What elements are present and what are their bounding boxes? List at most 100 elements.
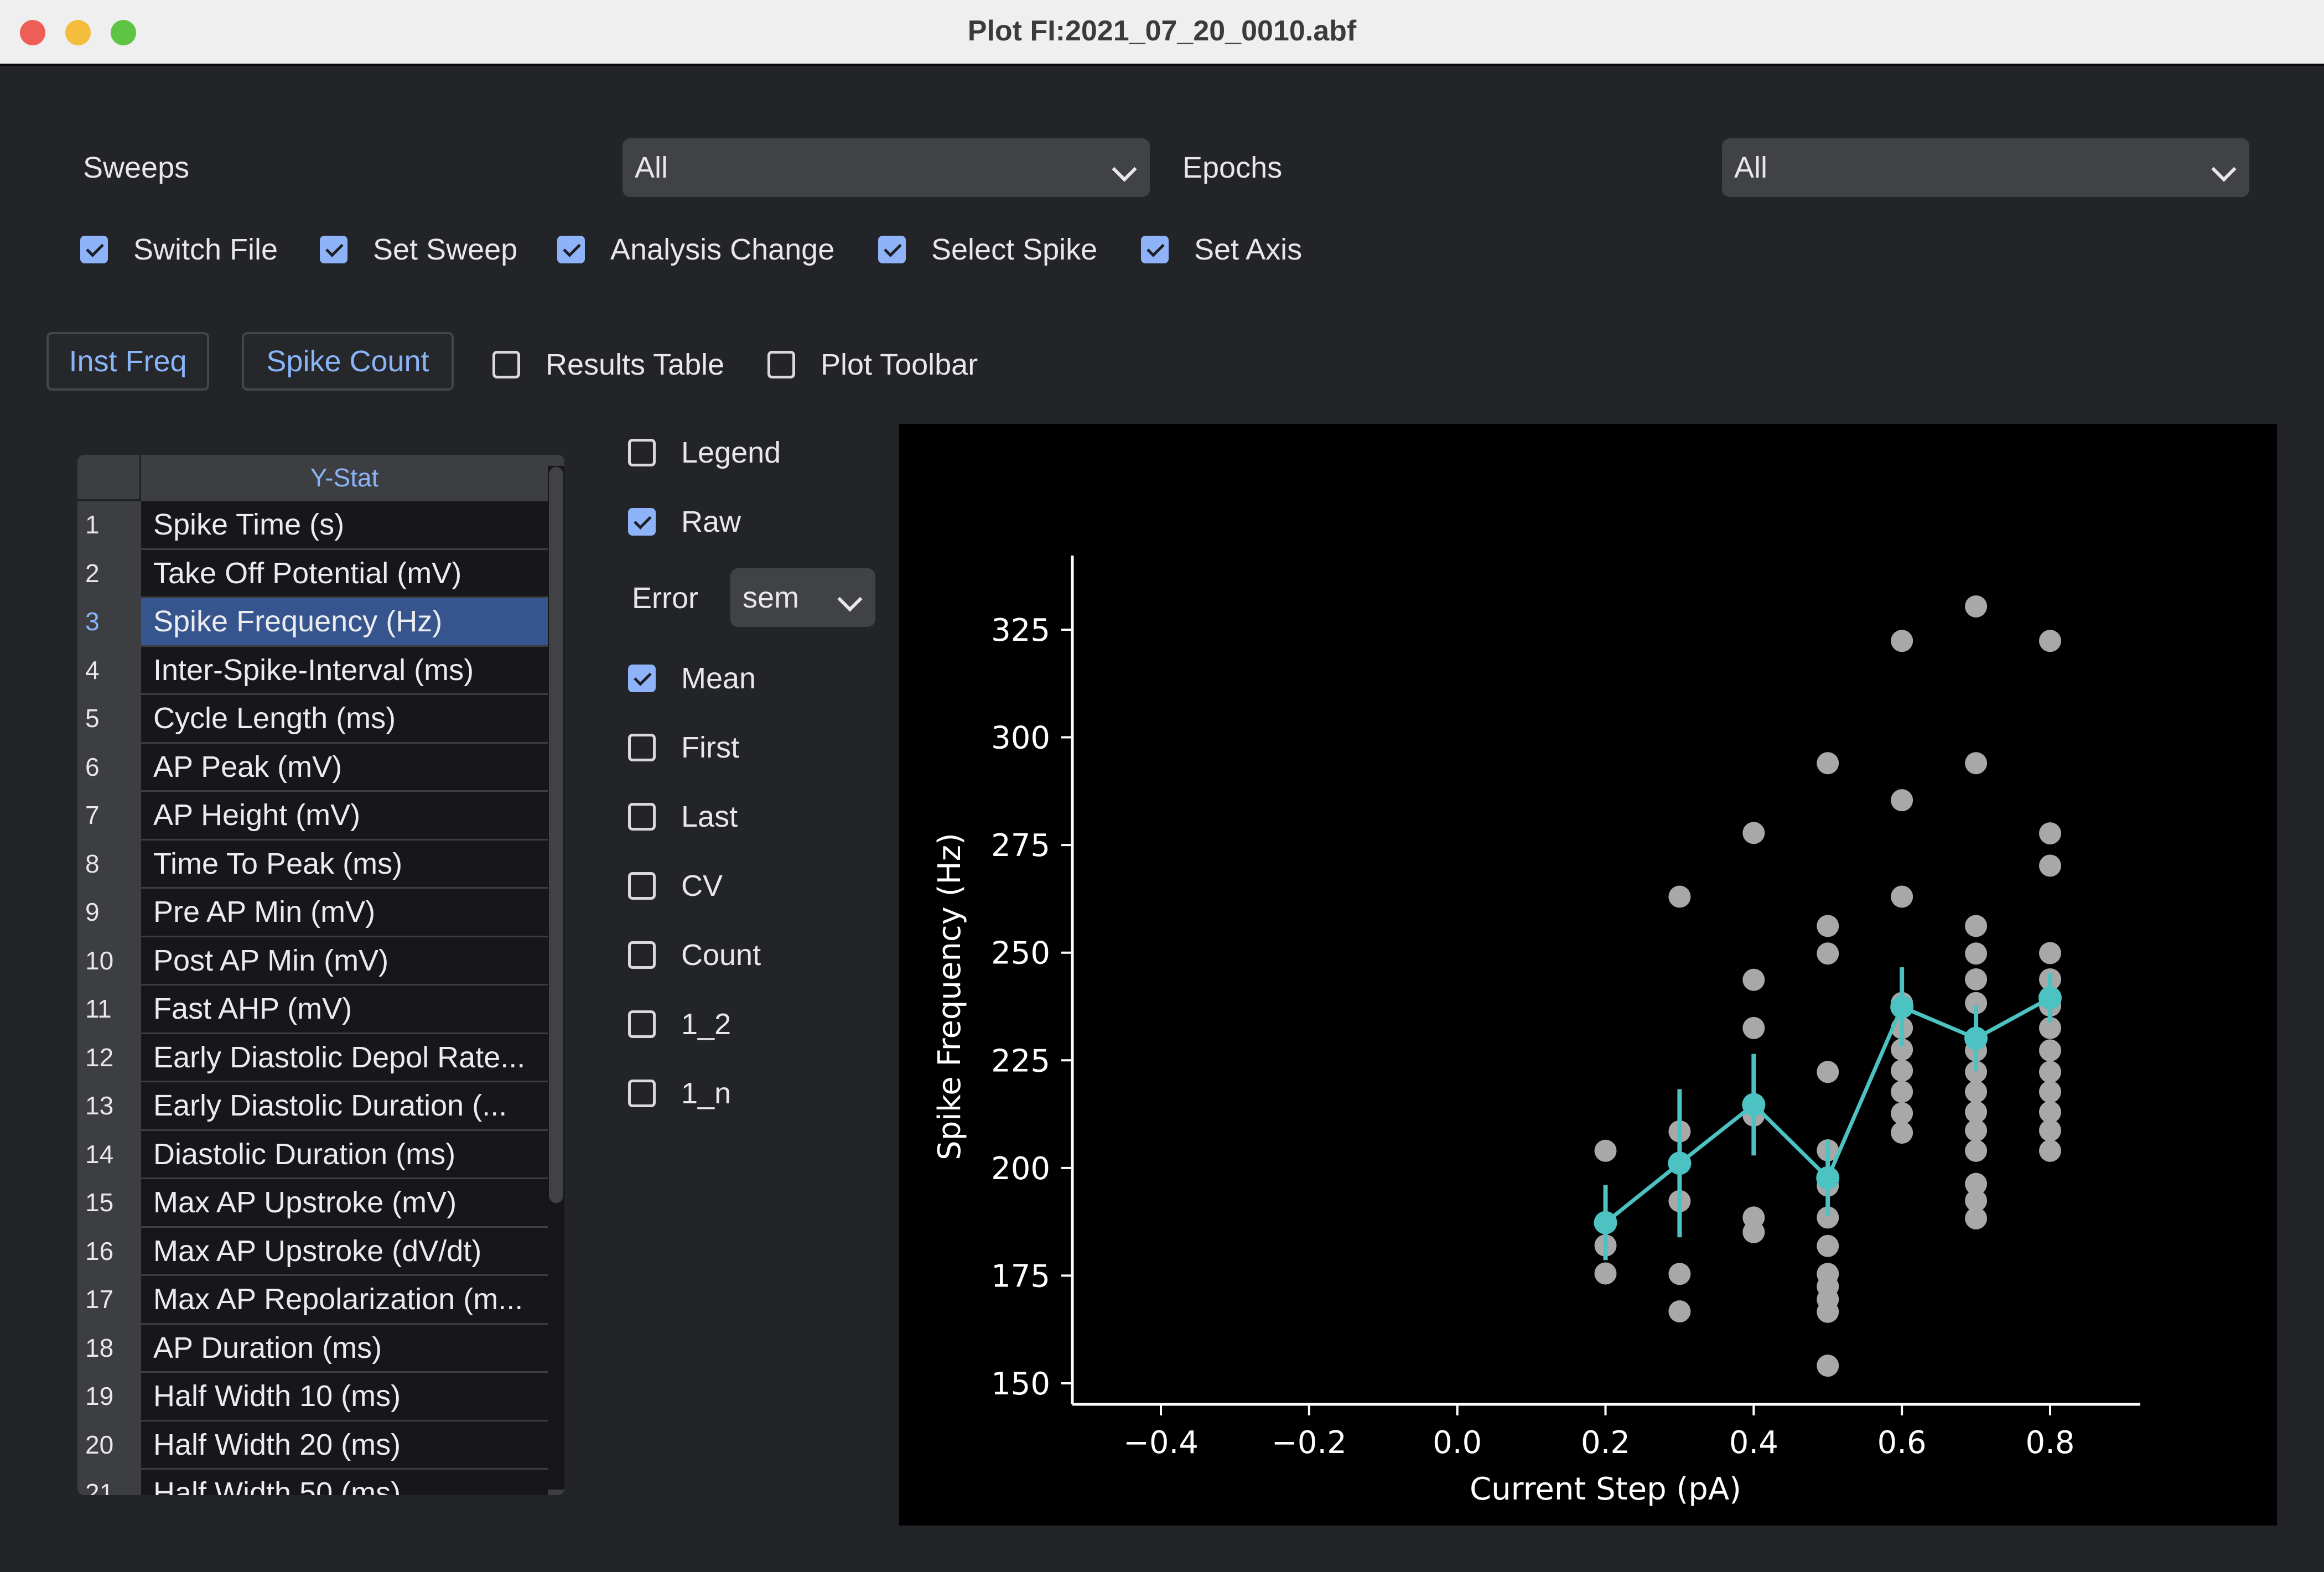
raw-point <box>2039 854 2061 877</box>
table-header: Y-Stat <box>77 455 548 501</box>
sweeps-dropdown-value: All <box>635 151 668 184</box>
ystat-cell[interactable]: Time To Peak (ms) <box>141 840 548 887</box>
table-row[interactable]: 15 Max AP Upstroke (mV) <box>77 1179 548 1228</box>
ystat-cell[interactable]: Cycle Length (ms) <box>141 695 548 742</box>
inst-freq-button[interactable]: Inst Freq <box>46 332 209 391</box>
y-tick-label: 200 <box>991 1151 1050 1187</box>
ystat-cell[interactable]: Post AP Min (mV) <box>141 937 548 984</box>
row-number: 17 <box>77 1276 141 1323</box>
set-axis-checkbox[interactable]: Set Axis <box>1141 232 1302 267</box>
table-scrollbar-thumb[interactable] <box>549 467 563 1203</box>
table-row[interactable]: 11 Fast AHP (mV) <box>77 985 548 1034</box>
stat-1-2-checkbox[interactable]: 1_2 <box>628 1007 731 1041</box>
table-row[interactable]: 2 Take Off Potential (mV) <box>77 549 548 598</box>
ystat-cell[interactable]: Spike Time (s) <box>141 501 548 548</box>
ystat-column-header[interactable]: Y-Stat <box>141 455 548 500</box>
raw-point <box>1891 789 1913 812</box>
raw-point <box>1817 1061 1839 1083</box>
ystat-cell[interactable]: Early Diastolic Duration (... <box>141 1082 548 1129</box>
mean-point <box>1742 1093 1766 1117</box>
raw-point <box>1891 1059 1913 1082</box>
ystat-cell[interactable]: Early Diastolic Depol Rate... <box>141 1034 548 1081</box>
table-row[interactable]: 20 Half Width 20 (ms) <box>77 1421 548 1470</box>
raw-point <box>1965 752 1988 775</box>
x-tick-label: 0.2 <box>1581 1425 1630 1461</box>
ystat-cell[interactable]: AP Height (mV) <box>141 792 548 839</box>
ystat-cell[interactable]: Max AP Repolarization (m... <box>141 1276 548 1323</box>
plot-area[interactable]: −0.4 −0.2 0.0 0.2 0.4 0.6 0.8 150 175 200 225 250 27… <box>899 424 2277 1526</box>
analysis-change-checkbox[interactable]: Analysis Change <box>557 232 834 267</box>
window-titlebar: Plot FI:2021_07_20_0010.abf <box>0 0 2324 66</box>
row-number: 15 <box>77 1179 141 1226</box>
table-row[interactable]: 12 Early Diastolic Depol Rate... <box>77 1034 548 1082</box>
table-row[interactable]: 21 Half Width 50 (ms) <box>77 1470 548 1495</box>
stat-cv-checkbox[interactable]: CV <box>628 869 723 903</box>
stat-last-checkbox[interactable]: Last <box>628 800 738 834</box>
raw-point <box>1742 822 1765 844</box>
ystat-cell[interactable]: Take Off Potential (mV) <box>141 549 548 596</box>
table-row[interactable]: 19 Half Width 10 (ms) <box>77 1373 548 1421</box>
y-tick-label: 300 <box>991 720 1050 756</box>
ystat-cell[interactable]: AP Peak (mV) <box>141 743 548 790</box>
chevron-down-icon <box>1112 157 1137 182</box>
set-sweep-checkbox[interactable]: Set Sweep <box>320 232 517 267</box>
checkbox-label: Set Sweep <box>373 233 518 266</box>
raw-point <box>1965 1081 1988 1103</box>
ystat-cell[interactable]: Half Width 10 (ms) <box>141 1373 548 1420</box>
spike-count-button[interactable]: Spike Count <box>242 332 454 391</box>
sweeps-dropdown[interactable]: All <box>622 138 1150 197</box>
checkbox-label: Results Table <box>546 348 725 381</box>
x-tick-label: −0.2 <box>1272 1425 1347 1461</box>
row-number: 11 <box>77 985 141 1033</box>
ystat-cell[interactable]: Max AP Upstroke (mV) <box>141 1179 548 1226</box>
table-row[interactable]: 9 Pre AP Min (mV) <box>77 889 548 937</box>
raw-point <box>1965 595 1988 618</box>
table-row[interactable]: 6 AP Peak (mV) <box>77 743 548 792</box>
checkbox-unchecked-icon <box>628 734 656 761</box>
plot-toolbar-checkbox[interactable]: Plot Toolbar <box>767 347 978 382</box>
results-table-checkbox[interactable]: Results Table <box>492 347 724 382</box>
ystat-cell[interactable]: AP Duration (ms) <box>141 1324 548 1371</box>
raw-point <box>1817 1355 1839 1377</box>
table-row[interactable]: 1 Spike Time (s) <box>77 501 548 550</box>
raw-checkbox[interactable]: Raw <box>628 505 741 539</box>
table-row[interactable]: 8 Time To Peak (ms) <box>77 840 548 889</box>
table-row[interactable]: 7 AP Height (mV) <box>77 792 548 841</box>
table-row[interactable]: 10 Post AP Min (mV) <box>77 937 548 985</box>
table-row[interactable]: 13 Early Diastolic Duration (... <box>77 1082 548 1131</box>
ystat-cell[interactable]: Max AP Upstroke (dV/dt) <box>141 1227 548 1274</box>
raw-point <box>2039 1119 2061 1142</box>
select-spike-checkbox[interactable]: Select Spike <box>878 232 1097 267</box>
raw-point <box>2039 1039 2061 1062</box>
table-row[interactable]: 14 Diastolic Duration (ms) <box>77 1130 548 1179</box>
y-axis-label: Spike Frequency (Hz) <box>932 833 968 1160</box>
stat-count-checkbox[interactable]: Count <box>628 938 761 972</box>
error-dropdown[interactable]: sem <box>730 568 875 627</box>
table-row[interactable]: 5 Cycle Length (ms) <box>77 695 548 744</box>
ystat-cell[interactable]: Half Width 20 (ms) <box>141 1421 548 1468</box>
ystat-cell[interactable]: Half Width 50 (ms) <box>141 1470 548 1495</box>
ystat-cell[interactable]: Spike Frequency (Hz) <box>141 598 548 645</box>
table-row[interactable]: 17 Max AP Repolarization (m... <box>77 1276 548 1325</box>
raw-point <box>1965 1207 1988 1229</box>
switch-file-checkbox[interactable]: Switch File <box>80 232 278 267</box>
checkbox-checked-icon <box>1141 236 1169 263</box>
epochs-dropdown[interactable]: All <box>1722 138 2249 197</box>
legend-checkbox[interactable]: Legend <box>628 435 781 470</box>
window-title: Plot FI:2021_07_20_0010.abf <box>967 15 1357 47</box>
ystat-cell[interactable]: Diastolic Duration (ms) <box>141 1130 548 1177</box>
table-row[interactable]: 18 AP Duration (ms) <box>77 1324 548 1373</box>
table-row[interactable]: 16 Max AP Upstroke (dV/dt) <box>77 1227 548 1276</box>
table-row[interactable]: 4 Inter-Spike-Interval (ms) <box>77 646 548 695</box>
checkbox-label: Last <box>681 800 738 833</box>
stat-first-checkbox[interactable]: First <box>628 730 739 765</box>
ystat-cell[interactable]: Pre AP Min (mV) <box>141 889 548 936</box>
ystat-cell[interactable]: Fast AHP (mV) <box>141 985 548 1033</box>
stat-mean-checkbox[interactable]: Mean <box>628 661 756 696</box>
row-number: 4 <box>77 646 141 693</box>
table-row[interactable]: 3 Spike Frequency (Hz) <box>77 598 548 647</box>
checkbox-unchecked-icon <box>628 872 656 900</box>
x-tick-label: 0.8 <box>2025 1425 2074 1461</box>
ystat-cell[interactable]: Inter-Spike-Interval (ms) <box>141 646 548 693</box>
stat-1-n-checkbox[interactable]: 1_n <box>628 1076 731 1111</box>
